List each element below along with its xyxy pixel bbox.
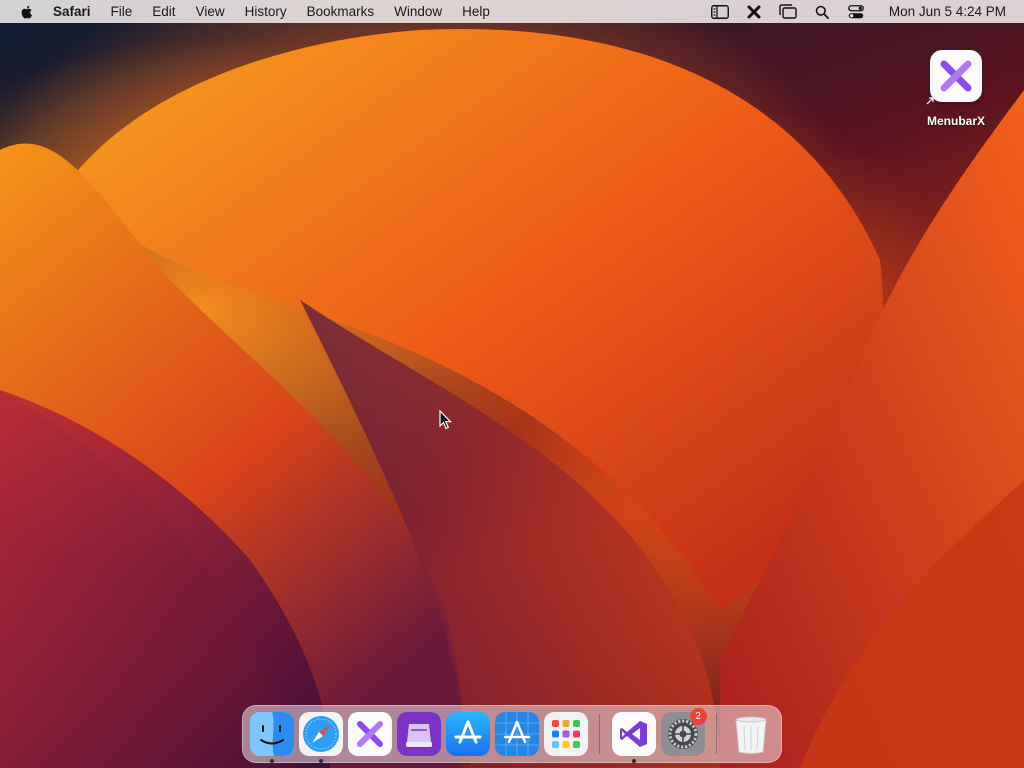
app-store-blueprint-icon: [494, 712, 539, 756]
running-indicator: [269, 759, 274, 763]
dock-item-trash[interactable]: [729, 712, 773, 756]
menubarx-icon: [347, 712, 392, 756]
dock-item-visual-studio[interactable]: [611, 712, 656, 763]
dock-item-system-settings[interactable]: 2: [660, 708, 707, 756]
dock-item-launchpad[interactable]: [543, 712, 588, 756]
menu-view[interactable]: View: [196, 4, 225, 19]
menu-file[interactable]: File: [111, 4, 133, 19]
search-icon[interactable]: [813, 4, 831, 20]
dock-item-blueprint[interactable]: [494, 712, 539, 756]
app-store-icon: [445, 712, 490, 756]
status-area: Mon Jun 5 4:24 PM: [703, 0, 1024, 23]
dock-item-app-store[interactable]: [445, 712, 490, 756]
dock-item-menubarx[interactable]: [347, 712, 392, 756]
configurator-icon: [396, 712, 441, 756]
dock-item-configurator[interactable]: [396, 712, 441, 756]
window-stack-icon[interactable]: [779, 4, 797, 20]
desktop-icon-label: MenubarX: [926, 114, 985, 128]
menu-clock[interactable]: Mon Jun 5 4:24 PM: [889, 4, 1006, 19]
desktop-icon-menubarx[interactable]: MenubarX: [920, 50, 992, 128]
menu-window[interactable]: Window: [394, 4, 442, 19]
alias-arrow-icon: [926, 97, 934, 105]
menubarx-app-icon: [930, 50, 982, 102]
running-indicator: [631, 759, 636, 763]
control-center-icon[interactable]: [847, 4, 865, 20]
dock-separator: [716, 714, 717, 754]
dock: 2: [242, 705, 782, 763]
apple-logo-icon[interactable]: [19, 4, 35, 20]
trash-icon: [729, 712, 773, 756]
finder-icon: [249, 712, 294, 756]
menu-bar: Safari File Edit View History Bookmarks …: [0, 0, 1024, 23]
menu-edit[interactable]: Edit: [152, 4, 175, 19]
notification-badge: 2: [689, 708, 707, 725]
menu-app-name[interactable]: Safari: [53, 4, 91, 19]
launchpad-icon: [543, 712, 588, 756]
menu-bookmarks[interactable]: Bookmarks: [307, 4, 375, 19]
visual-studio-icon: [611, 712, 656, 756]
menu-help[interactable]: Help: [462, 4, 490, 19]
dock-item-safari[interactable]: [298, 712, 343, 763]
running-indicator: [318, 759, 323, 763]
dock-item-finder[interactable]: [249, 712, 294, 763]
safari-icon: [298, 712, 343, 756]
desktop-wallpaper: [0, 0, 1024, 768]
menu-history[interactable]: History: [245, 4, 287, 19]
menubarx-icon[interactable]: [745, 4, 763, 20]
sidebar-list-icon[interactable]: [710, 4, 729, 20]
mouse-cursor-icon: [439, 410, 452, 430]
dock-separator: [599, 714, 600, 754]
